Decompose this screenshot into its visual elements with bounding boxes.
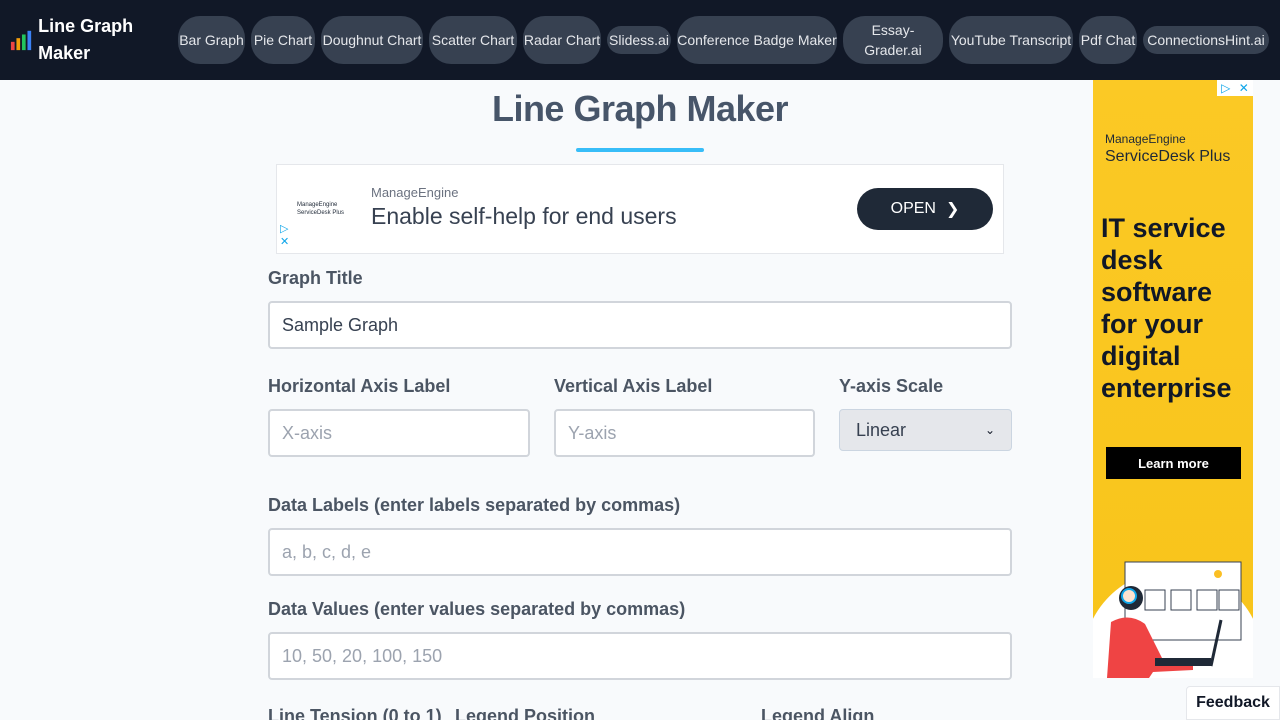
ad-logo: ManageEngine ServiceDesk Plus bbox=[297, 201, 344, 217]
page-title: Line Graph Maker bbox=[491, 88, 789, 129]
brand[interactable]: Line Graph Maker bbox=[10, 13, 178, 67]
nav-essay-grader[interactable]: Essay-Grader.ai bbox=[843, 16, 943, 64]
ad-choices[interactable]: ▷ ✕ bbox=[280, 223, 289, 249]
ad-logo-line1: ManageEngine bbox=[297, 202, 338, 208]
data-values-label: Data Values (enter values separated by c… bbox=[268, 599, 686, 619]
ad-logo-line2: ServiceDesk Plus bbox=[297, 210, 345, 216]
support-agent-illustration-icon bbox=[1093, 561, 1253, 678]
graph-title-input[interactable]: Sample Graph bbox=[268, 301, 1012, 349]
nav-connectionshint[interactable]: ConnectionsHint.ai bbox=[1143, 26, 1269, 54]
ad-side-brand: ManageEngine bbox=[1105, 132, 1186, 146]
chevron-right-icon: ❯ bbox=[945, 201, 960, 218]
nav-youtube-transcript[interactable]: YouTube Transcript bbox=[949, 16, 1073, 64]
ad-side-product: ServiceDesk Plus bbox=[1105, 148, 1231, 165]
nav-bar-graph[interactable]: Bar Graph bbox=[178, 16, 245, 64]
legend-align-label: Legend Align bbox=[761, 706, 875, 720]
nav-slidess[interactable]: Slidess.ai bbox=[607, 26, 671, 54]
bar-chart-logo-icon bbox=[10, 30, 32, 51]
nav-pie-chart[interactable]: Pie Chart bbox=[251, 16, 315, 64]
ad-choices-icon[interactable]: ▷ bbox=[280, 223, 289, 236]
feedback-button[interactable]: Feedback bbox=[1186, 686, 1280, 720]
y-axis-input[interactable]: Y-axis bbox=[554, 409, 815, 457]
data-labels-label: Data Labels (enter labels separated by c… bbox=[268, 495, 681, 515]
x-axis-label: Horizontal Axis Label bbox=[268, 376, 451, 396]
nav-doughnut-chart[interactable]: Doughnut Chart bbox=[321, 16, 423, 64]
side-advertisement[interactable]: ▷ ✕ ManageEngine ServiceDesk Plus IT ser… bbox=[1093, 80, 1253, 678]
line-tension-label: Line Tension (0 to 1) bbox=[268, 706, 442, 720]
data-values-input[interactable]: 10, 50, 20, 100, 150 bbox=[268, 632, 1012, 680]
ad-choices-icon[interactable]: ▷ bbox=[1221, 81, 1230, 95]
nav-links: Bar Graph Pie Chart Doughnut Chart Scatt… bbox=[178, 16, 1269, 64]
graph-title-label: Graph Title bbox=[268, 268, 363, 288]
nav-pdf-chat[interactable]: Pdf Chat bbox=[1079, 16, 1137, 64]
y-scale-value: Linear bbox=[856, 419, 907, 440]
ad-side-headline: IT service desk software for your digita… bbox=[1101, 213, 1232, 403]
title-underline bbox=[576, 148, 704, 152]
ad-brand: ManageEngine bbox=[371, 185, 459, 200]
y-scale-label: Y-axis Scale bbox=[839, 376, 944, 396]
nav-scatter-chart[interactable]: Scatter Chart bbox=[429, 16, 517, 64]
ad-open-label: OPEN bbox=[890, 200, 936, 217]
chevron-down-icon: ⌄ bbox=[984, 423, 995, 437]
ad-headline: Enable self-help for end users bbox=[371, 203, 677, 229]
nav-radar-chart[interactable]: Radar Chart bbox=[523, 16, 601, 64]
y-scale-select[interactable]: Linear ⌄ bbox=[839, 409, 1012, 451]
top-advertisement[interactable]: ManageEngine ServiceDesk Plus ManageEngi… bbox=[276, 164, 1004, 254]
data-labels-input[interactable]: a, b, c, d, e bbox=[268, 528, 1012, 576]
ad-close-icon[interactable]: ✕ bbox=[1239, 81, 1249, 95]
ad-close-icon[interactable]: ✕ bbox=[280, 236, 289, 249]
top-navbar: Line Graph Maker Bar Graph Pie Chart Dou… bbox=[0, 0, 1280, 80]
y-axis-label: Vertical Axis Label bbox=[554, 376, 713, 396]
ad-open-button[interactable]: OPEN ❯ bbox=[857, 188, 993, 230]
x-axis-input[interactable]: X-axis bbox=[268, 409, 530, 457]
legend-position-label: Legend Position bbox=[455, 706, 596, 720]
brand-name: Line Graph Maker bbox=[38, 16, 134, 63]
ad-side-learn-more-button[interactable]: Learn more bbox=[1106, 447, 1241, 479]
nav-conference-badge-maker[interactable]: Conference Badge Maker bbox=[677, 16, 837, 64]
ad-side-choices[interactable]: ▷ ✕ bbox=[1217, 80, 1253, 96]
